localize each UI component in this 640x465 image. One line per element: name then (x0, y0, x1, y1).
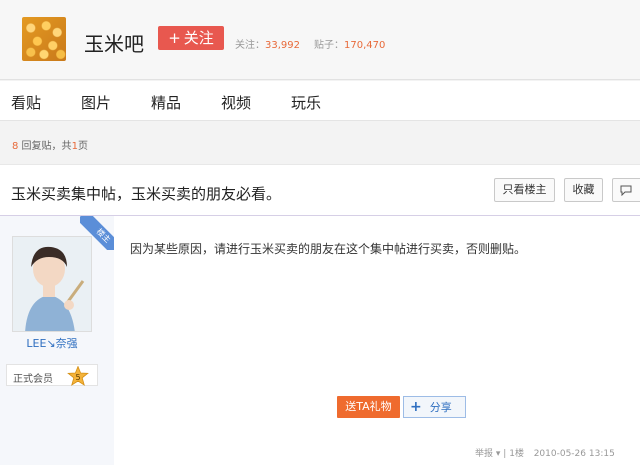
plus-icon: + (168, 29, 181, 47)
author-name[interactable]: LEE↘奈强 (0, 335, 104, 351)
forum-header: 玉米吧 + 关注 关注：33,992 贴子：170,470 (0, 0, 640, 80)
follow-label: 关注 (183, 29, 214, 47)
forum-stats: 关注：33,992 贴子：170,470 (235, 36, 385, 51)
share-button[interactable]: + 分享 (403, 396, 466, 418)
thread-author-badge: 楼主 (80, 216, 114, 250)
nav-item-featured[interactable]: 精品 (151, 92, 181, 113)
post-floor-1: 楼主 LEE↘奈强 正式会员 5 因为某些原因，请进行玉米买卖的朋友在这个集中帖… (0, 216, 640, 465)
forum-logo[interactable] (22, 17, 66, 61)
comment-icon (620, 185, 632, 196)
nav-item-fun[interactable]: 玩乐 (291, 92, 321, 113)
report-link[interactable]: 举报 (475, 449, 493, 459)
thread-title: 玉米买卖集中帖，玉米买卖的朋友必看。 (11, 185, 282, 203)
post-content: 因为某些原因，请进行玉米买卖的朋友在这个集中帖进行买卖，否则删贴。 (130, 242, 527, 256)
forum-nav: 看贴 图片 精品 视频 玩乐 (0, 81, 640, 121)
favorite-button[interactable]: 收藏 (564, 178, 603, 202)
page-text: 页 (77, 141, 88, 152)
floor-number: 1楼 (509, 449, 524, 459)
only-author-button[interactable]: 只看楼主 (494, 178, 555, 202)
level-number: 5 (75, 373, 80, 382)
author-column: 楼主 LEE↘奈强 正式会员 5 (0, 216, 114, 465)
share-label: 分享 (429, 401, 452, 414)
nav-item-videos[interactable]: 视频 (221, 92, 251, 113)
reply-count: 8 回复贴，共1页 (12, 137, 88, 152)
nav-item-images[interactable]: 图片 (81, 92, 111, 113)
level-star-icon: 5 (67, 366, 89, 386)
share-plus-icon: + (410, 399, 422, 415)
member-level: 正式会员 5 (6, 364, 98, 386)
forum-name[interactable]: 玉米吧 (84, 28, 144, 57)
follow-button[interactable]: + 关注 (158, 26, 224, 50)
post-count-label: 贴子： (314, 40, 344, 51)
member-label: 正式会员 (13, 374, 53, 385)
post-datetime: 2010-05-26 13:15 (533, 449, 615, 459)
post-footer: 举报 ▾ | 1楼 2010-05-26 13:15 (475, 446, 615, 459)
badge-label: 楼主 (80, 216, 114, 250)
avatar-image (13, 237, 91, 331)
follow-count: 33,992 (265, 40, 300, 51)
reply-text: 回复贴，共 (18, 141, 72, 152)
footer-separator: | (503, 449, 507, 459)
post-count: 170,470 (344, 40, 386, 51)
chevron-down-icon[interactable]: ▾ (496, 449, 501, 459)
follow-count-label: 关注： (235, 40, 265, 51)
nav-item-posts[interactable]: 看贴 (11, 92, 41, 113)
send-gift-button[interactable]: 送TA礼物 (337, 396, 400, 418)
avatar[interactable] (12, 236, 92, 332)
reply-button[interactable] (612, 178, 640, 202)
thread-title-bar: 玉米买卖集中帖，玉米买卖的朋友必看。 只看楼主 收藏 (0, 164, 640, 216)
